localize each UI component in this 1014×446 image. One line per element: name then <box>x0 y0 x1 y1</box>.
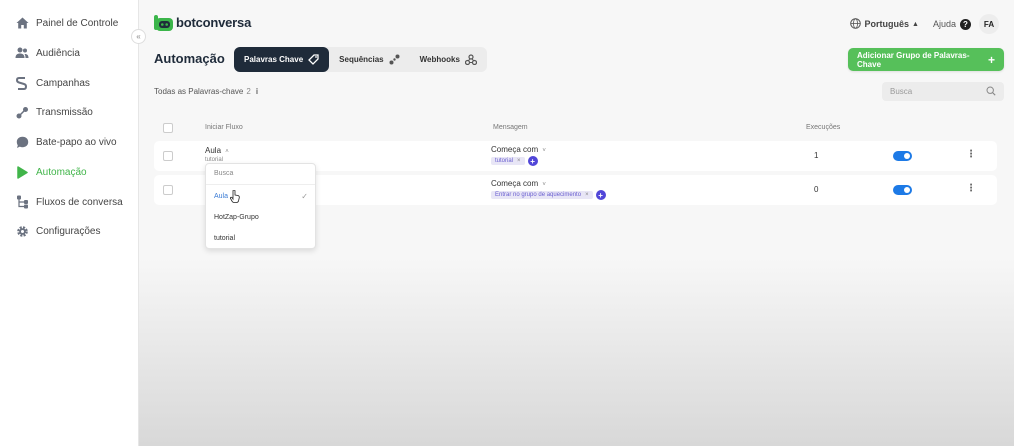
sidebar-item-label: Configurações <box>36 225 101 237</box>
executions-count: 1 <box>814 151 819 160</box>
webhook-icon <box>464 54 477 65</box>
tag-label: Entrar no grupo de aquecimento <box>495 192 582 198</box>
add-button-label: Adicionar Grupo de Palavras-Chave <box>857 50 970 69</box>
flow-dropdown: Busca Aula ✓ HotZap-Grupo tutorial <box>205 163 316 249</box>
play-icon <box>15 165 29 179</box>
sidebar-item-label: Transmissão <box>36 106 93 118</box>
bot-logo-icon <box>154 13 173 32</box>
tab-label: Webhooks <box>419 55 460 64</box>
tag-label: tutorial <box>495 158 514 164</box>
flow-select[interactable]: Aula ˄ <box>205 146 229 155</box>
automation-tabs: Palavras Chave Sequências Webhooks <box>234 47 487 72</box>
home-icon <box>15 16 29 30</box>
sidebar-item-transmissao[interactable]: Transmissão <box>0 98 139 126</box>
condition-label: Começa com <box>491 145 539 154</box>
page-title: Automação <box>154 51 225 66</box>
dropdown-option[interactable]: tutorial <box>214 235 235 242</box>
sidebar-item-campanhas[interactable]: Campanhas <box>0 69 139 97</box>
language-label: Português <box>864 19 910 29</box>
condition-select[interactable]: Começa com ˅ <box>491 179 546 188</box>
condition-select[interactable]: Começa com ˅ <box>491 145 546 154</box>
keywords-subtitle: Todas as Palavras-chave 2 i <box>154 87 258 96</box>
tab-sequencias[interactable]: Sequências <box>329 47 409 72</box>
keyword-tag: Entrar no grupo de aquecimento × <box>491 191 593 199</box>
campaign-icon <box>15 76 29 90</box>
dropdown-option[interactable]: HotZap-Grupo <box>214 214 259 221</box>
sidebar-item-automacao[interactable]: Automação <box>0 158 139 186</box>
keyword-tags: Entrar no grupo de aquecimento × + <box>491 190 606 200</box>
search-placeholder: Busca <box>890 87 913 96</box>
broadcast-icon <box>15 105 29 119</box>
sidebar: Painel de Controle Audiência Campanhas T… <box>0 0 139 446</box>
add-tag-button[interactable]: + <box>527 156 538 166</box>
chat-icon <box>15 135 29 149</box>
keywords-count: 2 <box>246 87 251 96</box>
users-icon <box>15 46 29 60</box>
check-icon: ✓ <box>301 192 308 201</box>
add-keyword-group-button[interactable]: Adicionar Grupo de Palavras-Chave + <box>848 48 1004 71</box>
sidebar-item-fluxos[interactable]: Fluxos de conversa <box>0 188 139 216</box>
executions-count: 0 <box>814 185 819 194</box>
subtitle-label: Todas as Palavras-chave <box>154 87 244 96</box>
question-icon: ? <box>960 18 971 30</box>
column-header-flow: Iniciar Fluxo <box>205 124 243 131</box>
select-all-checkbox[interactable] <box>163 123 173 133</box>
tab-label: Sequências <box>339 55 384 64</box>
search-input[interactable]: Busca <box>882 82 1004 101</box>
enable-toggle[interactable] <box>893 185 912 195</box>
help-label: Ajuda <box>932 19 956 29</box>
caret-down-icon: ▲ <box>912 20 919 28</box>
info-icon[interactable]: i <box>256 87 258 96</box>
tab-label: Palavras Chave <box>244 55 304 64</box>
sequence-icon <box>389 54 400 65</box>
dropdown-option[interactable]: Aula <box>214 193 228 200</box>
row-checkbox[interactable] <box>163 185 173 195</box>
chevron-up-icon: ˄ <box>225 149 229 155</box>
search-icon <box>986 85 996 98</box>
tag-icon <box>308 54 319 65</box>
dropdown-search-input[interactable]: Busca <box>206 164 315 185</box>
flow-icon <box>15 195 29 209</box>
keyword-tag: tutorial × <box>491 157 525 165</box>
keyword-tags: tutorial × + <box>491 156 538 166</box>
column-header-message: Mensagem <box>493 124 528 131</box>
remove-tag-icon[interactable]: × <box>517 158 521 164</box>
avatar[interactable]: FA <box>979 14 999 34</box>
sidebar-item-label: Automação <box>36 166 87 178</box>
row-checkbox[interactable] <box>163 151 173 161</box>
more-options-icon[interactable]: ⋮ <box>966 149 976 160</box>
sidebar-item-label: Painel de Controle <box>36 17 119 29</box>
top-right-controls: Português ▲ Ajuda ? FA <box>849 14 999 34</box>
language-selector[interactable]: Português ▲ <box>849 17 919 31</box>
globe-icon <box>849 17 861 31</box>
sidebar-item-bate-papo[interactable]: Bate-papo ao vivo <box>0 128 139 156</box>
flow-name: Aula <box>205 146 222 155</box>
help-link[interactable]: Ajuda ? <box>932 18 971 30</box>
chevron-down-icon: ˅ <box>542 182 546 188</box>
remove-tag-icon[interactable]: × <box>585 192 589 198</box>
sidebar-item-label: Bate-papo ao vivo <box>36 136 117 148</box>
sidebar-item-label: Campanhas <box>36 77 90 89</box>
gear-icon <box>15 224 29 238</box>
enable-toggle[interactable] <box>893 151 912 161</box>
sidebar-item-label: Audiência <box>36 47 80 59</box>
chevron-down-icon: ˅ <box>542 148 546 154</box>
sidebar-collapse-button[interactable]: « <box>131 29 146 44</box>
plus-icon: + <box>987 52 995 67</box>
more-options-icon[interactable]: ⋮ <box>966 183 976 194</box>
add-tag-button[interactable]: + <box>595 190 606 200</box>
brand-name: botconversa <box>176 15 252 30</box>
column-header-executions: Execuções <box>806 124 841 131</box>
tab-palavras-chave[interactable]: Palavras Chave <box>234 47 330 72</box>
brand-logo[interactable]: botconversa <box>154 13 251 32</box>
tab-webhooks[interactable]: Webhooks <box>410 47 487 72</box>
sidebar-item-painel[interactable]: Painel de Controle <box>0 9 139 37</box>
sidebar-item-label: Fluxos de conversa <box>36 196 123 208</box>
sidebar-item-configuracoes[interactable]: Configurações <box>0 217 139 245</box>
hand-cursor-icon <box>230 189 240 208</box>
sidebar-item-audiencia[interactable]: Audiência <box>0 39 139 67</box>
condition-label: Começa com <box>491 179 539 188</box>
